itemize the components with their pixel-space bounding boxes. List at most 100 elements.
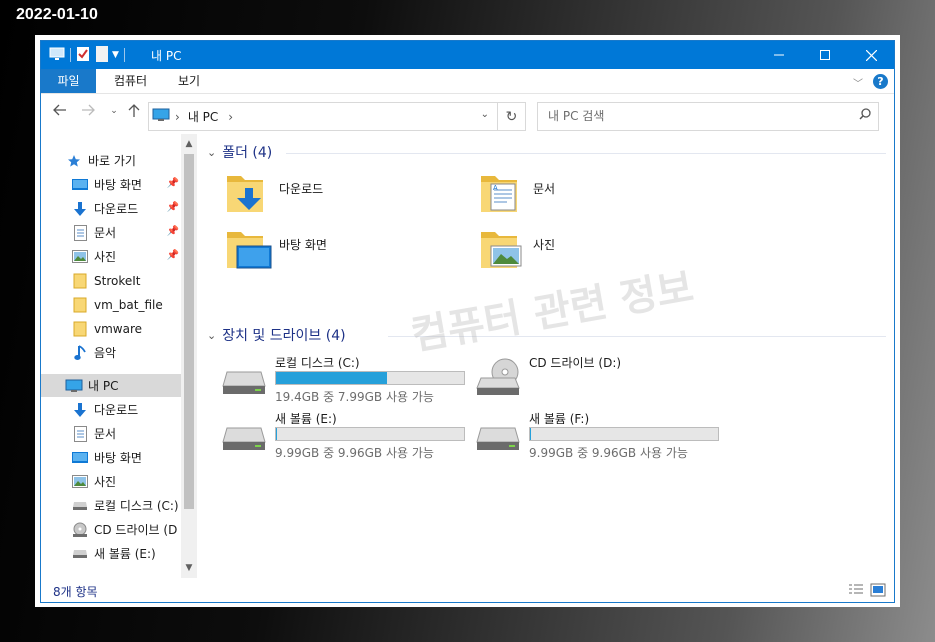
nav-item-vmware[interactable]: vmware	[41, 317, 181, 340]
ribbon-expand-icon[interactable]: ﹀	[853, 75, 863, 90]
folder-tile-desktop[interactable]: 바탕 화면	[225, 224, 475, 276]
hard-drive-icon	[222, 371, 266, 394]
group-divider	[286, 153, 886, 154]
drive-free-space: 19.4GB 중 7.99GB 사용 가능	[275, 390, 434, 404]
close-button[interactable]	[848, 41, 894, 69]
drives-group-header[interactable]: ⌄ 장치 및 드라이브 (4)	[207, 325, 346, 345]
group-divider	[388, 336, 886, 337]
nav-scrollbar[interactable]: ▲ ▼	[181, 134, 197, 578]
desktop-icon	[71, 176, 89, 194]
folder-tile-documents[interactable]: A 문서	[479, 168, 729, 220]
breadcrumb-this-pc[interactable]: 내 PC	[188, 108, 218, 125]
cd-icon	[71, 521, 89, 539]
nav-item-vm-bat-file[interactable]: vm_bat_file	[41, 293, 181, 316]
drive-tile-c[interactable]: 로컬 디스크 (C:) 19.4GB 중 7.99GB 사용 가능	[221, 352, 471, 404]
chevron-down-icon: ⌄	[207, 145, 217, 159]
forward-button[interactable]	[79, 104, 97, 124]
back-arrow-icon	[53, 104, 66, 116]
maximize-button[interactable]	[802, 41, 848, 69]
folder-tile-pictures[interactable]: 사진	[479, 224, 729, 276]
scroll-down-icon[interactable]: ▼	[181, 560, 197, 576]
large-icons-view-icon[interactable]	[870, 583, 886, 600]
recent-locations-button[interactable]: ⌄	[105, 106, 123, 126]
pin-icon[interactable]: 📌	[167, 178, 179, 189]
scroll-up-icon[interactable]: ▲	[181, 136, 197, 152]
desktop-folder-icon	[227, 232, 272, 269]
minimize-button[interactable]	[756, 41, 802, 69]
nav-item-label: StrokeIt	[94, 273, 141, 288]
date-stamp: 2022-01-10	[16, 6, 98, 23]
close-icon	[865, 49, 877, 61]
nav-item-desktop[interactable]: 바탕 화면 📌	[41, 173, 181, 196]
help-icon[interactable]: ?	[873, 74, 888, 89]
nav-item-volume-e[interactable]: 새 볼륨 (E:)	[41, 542, 181, 565]
nav-item-pictures[interactable]: 사진 📌	[41, 245, 181, 268]
nav-item-label: 문서	[94, 427, 117, 441]
screenshot-frame: ▼ 내 PC 파일 컴퓨터 보기 ﹀ ? ⌄ › 내 PC › ⌄ ↻ 내 PC…	[35, 35, 900, 607]
nav-item-this-pc[interactable]: 내 PC	[41, 374, 181, 397]
ribbon-tabs: 파일 컴퓨터 보기 ﹀ ?	[41, 69, 894, 94]
breadcrumb-separator-icon[interactable]: ›	[228, 110, 233, 124]
pin-icon[interactable]: 📌	[167, 226, 179, 237]
folder-name: 다운로드	[279, 182, 324, 196]
pin-icon[interactable]: 📌	[167, 202, 179, 213]
new-folder-icon[interactable]	[96, 45, 108, 65]
nav-item-strokeit[interactable]: StrokeIt	[41, 269, 181, 292]
drive-name: 새 볼륨 (E:)	[275, 412, 337, 426]
nav-item-local-disk-c[interactable]: 로컬 디스크 (C:)	[41, 494, 181, 517]
explorer-window: ▼ 내 PC 파일 컴퓨터 보기 ﹀ ? ⌄ › 내 PC › ⌄ ↻ 내 PC…	[40, 40, 895, 603]
drive-tile-e[interactable]: 새 볼륨 (E:) 9.99GB 중 9.96GB 사용 가능	[221, 408, 471, 460]
address-dropdown-icon[interactable]: ⌄	[481, 109, 489, 120]
drive-tile-f[interactable]: 새 볼륨 (F:) 9.99GB 중 9.96GB 사용 가능	[475, 408, 725, 460]
nav-item-cd-drive-d[interactable]: CD 드라이브 (D	[41, 518, 181, 541]
drive-usage-bar	[275, 371, 465, 385]
customize-dropdown-icon[interactable]: ▼	[112, 50, 119, 60]
details-view-icon[interactable]	[848, 583, 864, 600]
navigation-pane: 바로 가기 바탕 화면 📌 다운로드 📌 문서 📌 사진 📌 StrokeIt	[41, 134, 197, 578]
nav-item-label: vm_bat_file	[94, 297, 163, 312]
nav-item-documents[interactable]: 문서 📌	[41, 221, 181, 244]
nav-item-label: 문서	[94, 226, 117, 240]
chevron-down-icon: ⌄	[110, 106, 118, 116]
properties-icon[interactable]	[76, 46, 90, 65]
folder-tile-downloads[interactable]: 다운로드	[225, 168, 475, 220]
up-button[interactable]	[125, 104, 143, 124]
cd-drive-icon	[476, 358, 520, 395]
nav-item-music[interactable]: 음악	[41, 341, 181, 364]
star-icon	[65, 152, 83, 170]
nav-item-this-pc-downloads[interactable]: 다운로드	[41, 398, 181, 421]
nav-item-label: 바탕 화면	[94, 178, 142, 192]
folder-icon	[71, 272, 89, 290]
search-input[interactable]: 내 PC 검색	[537, 102, 879, 131]
tab-file[interactable]: 파일	[41, 69, 96, 93]
tab-computer[interactable]: 컴퓨터	[103, 69, 158, 93]
tab-view[interactable]: 보기	[169, 69, 209, 93]
nav-item-this-pc-desktop[interactable]: 바탕 화면	[41, 446, 181, 469]
pictures-folder-icon	[481, 232, 522, 268]
pin-icon[interactable]: 📌	[167, 250, 179, 261]
nav-quick-access[interactable]: 바로 가기	[41, 149, 181, 172]
forward-arrow-icon	[82, 104, 95, 116]
drive-tile-d[interactable]: CD 드라이브 (D:)	[475, 352, 725, 404]
computer-icon	[49, 47, 65, 64]
refresh-icon: ↻	[505, 108, 518, 125]
downloads-folder-icon	[227, 176, 263, 212]
document-icon	[71, 224, 89, 242]
nav-item-this-pc-pictures[interactable]: 사진	[41, 470, 181, 493]
nav-item-label: 사진	[94, 475, 117, 489]
folders-group-header[interactable]: ⌄ 폴더 (4)	[207, 142, 272, 162]
drive-icon	[71, 497, 89, 515]
nav-item-downloads[interactable]: 다운로드 📌	[41, 197, 181, 220]
nav-item-this-pc-documents[interactable]: 문서	[41, 422, 181, 445]
nav-item-label: 내 PC	[88, 379, 119, 393]
drive-usage-fill	[276, 372, 387, 384]
refresh-button[interactable]: ↻	[498, 102, 526, 131]
scroll-thumb[interactable]	[184, 154, 194, 509]
title-bar[interactable]: ▼ 내 PC	[41, 41, 894, 69]
back-button[interactable]	[51, 104, 69, 124]
status-bar: 8개 항목	[41, 578, 894, 602]
nav-item-label: 사진	[94, 250, 117, 264]
folder-icon	[71, 296, 89, 314]
address-bar[interactable]: › 내 PC › ⌄	[148, 102, 498, 131]
navigation-bar: ⌄ › 내 PC › ⌄ ↻ 내 PC 검색	[41, 94, 894, 134]
